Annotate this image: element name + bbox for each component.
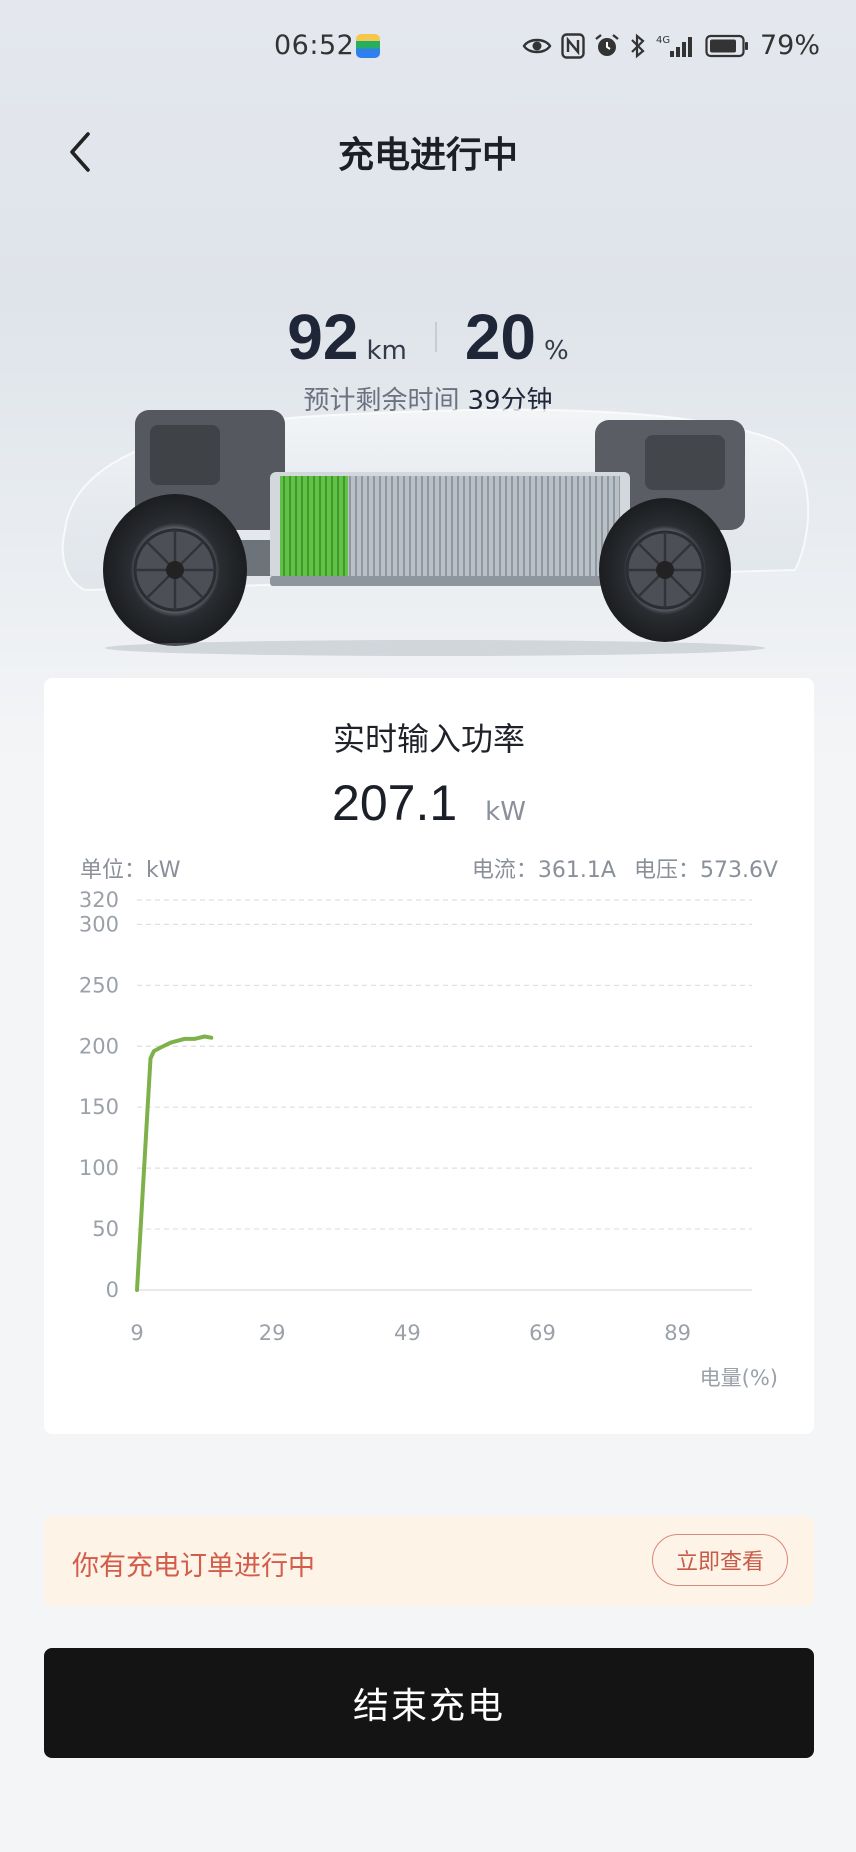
y-tick-label: 50 <box>92 1217 119 1241</box>
battery-percent: 79% <box>760 30 821 61</box>
range-unit: km <box>366 336 407 366</box>
y-tick-label: 320 <box>79 888 119 912</box>
page-title: 充电进行中 <box>337 135 518 176</box>
soc-value: 20 <box>464 301 537 373</box>
alarm-icon <box>595 33 619 56</box>
x-tick-label: 89 <box>664 1321 691 1345</box>
y-tick-label: 250 <box>79 973 119 997</box>
x-tick-label: 69 <box>529 1321 556 1345</box>
stat-divider <box>434 322 437 352</box>
x-tick-label: 29 <box>259 1321 286 1345</box>
nfc-icon <box>561 32 585 59</box>
bluetooth-icon <box>631 33 645 58</box>
front-wheel <box>103 494 247 646</box>
car-chassis-illustration <box>61 408 810 656</box>
x-tick-label: 9 <box>130 1321 143 1345</box>
soc-unit: % <box>544 336 569 366</box>
battery-icon <box>705 34 748 57</box>
battery-charge-fill <box>280 476 348 576</box>
rear-wheel <box>599 498 731 642</box>
order-banner-text: 你有充电订单进行中 <box>72 1551 315 1582</box>
svg-text:4G: 4G <box>656 35 670 46</box>
y-tick-label: 300 <box>79 912 119 936</box>
app-icon <box>356 34 380 58</box>
x-tick-label: 49 <box>394 1321 421 1345</box>
y-tick-label: 200 <box>79 1034 119 1058</box>
power-card: 实时输入功率 207.1 kW 单位：kW 电流：361.1A 电压：573.6V… <box>44 678 814 1434</box>
status-time: 06:52 <box>274 30 355 61</box>
power-chart: 0 50 100 150 200 250 300320 9 29 49 69 89 电量(%) <box>79 888 778 1390</box>
x-axis-label: 电量(%) <box>700 1366 778 1390</box>
view-order-button[interactable]: 立即查看 <box>652 1534 788 1586</box>
power-series-line <box>135 1034 214 1292</box>
status-bar: 06:52 4G 79% <box>0 0 856 96</box>
y-tick-label: 0 <box>106 1278 119 1302</box>
range-value: 92 <box>287 301 359 373</box>
y-tick-label: 100 <box>79 1156 119 1180</box>
order-banner: 你有充电订单进行中 立即查看 <box>44 1516 814 1606</box>
end-charging-button[interactable]: 结束充电 <box>44 1648 814 1758</box>
signal-icon: 4G <box>656 35 692 57</box>
status-icons: 4G 79% <box>522 30 820 61</box>
y-tick-label: 150 <box>79 1095 119 1119</box>
eye-icon <box>522 38 552 53</box>
